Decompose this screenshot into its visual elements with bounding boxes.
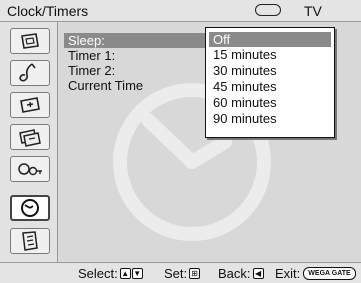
dropdown-option[interactable]: 60 minutes bbox=[209, 95, 331, 110]
sidebar-item-screen[interactable] bbox=[10, 92, 50, 118]
menu-item-label: Sleep: bbox=[68, 33, 105, 48]
dropdown-option[interactable]: Off bbox=[209, 32, 331, 47]
sidebar-item-channel[interactable] bbox=[10, 124, 50, 150]
parental-lock-icon bbox=[18, 163, 42, 176]
menu-header: Clock/Timers TV bbox=[0, 0, 361, 22]
set-hint: Set: ⊞ bbox=[164, 266, 201, 281]
sidebar-item-parental-lock[interactable] bbox=[10, 156, 50, 182]
set-label: Set: bbox=[164, 266, 188, 281]
sound-icon bbox=[19, 63, 36, 82]
input-indicator-icon bbox=[255, 4, 281, 16]
clock-icon bbox=[21, 199, 39, 217]
exit-label: Exit: bbox=[275, 266, 301, 281]
sidebar-item-picture[interactable] bbox=[10, 28, 50, 54]
setup-icon bbox=[22, 231, 38, 251]
channel-icon bbox=[19, 129, 41, 147]
sidebar-item-sound[interactable] bbox=[10, 60, 50, 86]
back-hint: Back: ◀ bbox=[218, 266, 264, 281]
screen-icon bbox=[20, 97, 40, 113]
menu-item-label: Current Time bbox=[68, 78, 144, 93]
up-down-icon: ▲ bbox=[119, 268, 131, 279]
dropdown-option[interactable]: 30 minutes bbox=[209, 63, 331, 78]
wega-gate-button: WEGA GATE bbox=[303, 267, 356, 280]
set-icon: ⊞ bbox=[189, 268, 201, 279]
dropdown-option[interactable]: 15 minutes bbox=[209, 47, 331, 62]
page-title: Clock/Timers bbox=[7, 3, 89, 19]
menu-item-label: Timer 2: bbox=[68, 63, 116, 78]
footer-hints: Select: ▲ ▼ Set: ⊞ Back: ◀ Exit: WEGA GAT… bbox=[0, 262, 361, 283]
back-icon: ◀ bbox=[252, 268, 264, 279]
source-label: TV bbox=[304, 3, 322, 19]
select-label: Select: bbox=[78, 266, 118, 281]
back-label: Back: bbox=[218, 266, 251, 281]
select-hint: Select: ▲ ▼ bbox=[78, 266, 143, 281]
dropdown-option[interactable]: 90 minutes bbox=[209, 111, 331, 126]
sleep-dropdown[interactable]: Off 15 minutes 30 minutes 45 minutes 60 … bbox=[205, 27, 335, 138]
sidebar-item-clock[interactable] bbox=[10, 195, 50, 221]
sidebar-item-setup[interactable] bbox=[10, 228, 50, 254]
tv-menu-screen: Clock/Timers TV Sleep: Timer 1: Timer 2:… bbox=[0, 0, 361, 283]
dropdown-option[interactable]: 45 minutes bbox=[209, 79, 331, 94]
menu-item-current-time[interactable]: Current Time bbox=[68, 78, 143, 93]
menu-item-timer-2[interactable]: Timer 2: bbox=[68, 63, 115, 78]
picture-icon bbox=[21, 33, 39, 49]
sidebar bbox=[0, 22, 58, 262]
menu-item-timer-1[interactable]: Timer 1: bbox=[68, 48, 115, 63]
down-icon: ▼ bbox=[131, 268, 143, 279]
exit-hint: Exit: WEGA GATE bbox=[275, 266, 356, 281]
menu-item-label: Timer 1: bbox=[68, 48, 116, 63]
